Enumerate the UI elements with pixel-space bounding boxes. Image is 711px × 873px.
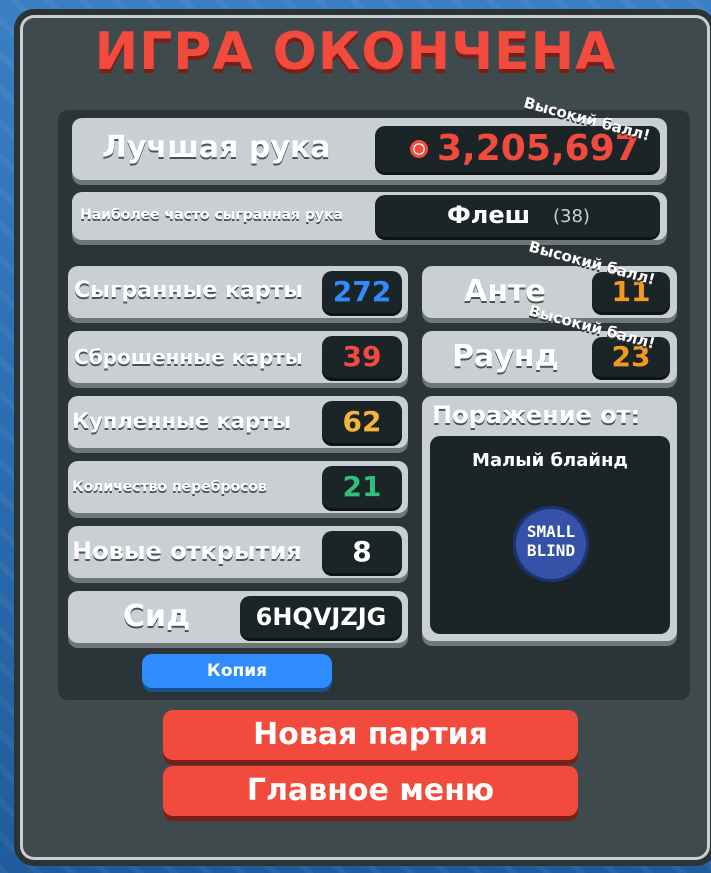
most-played-count: (38) xyxy=(553,206,590,227)
stat-value-box: 272 xyxy=(322,271,402,313)
small-blind-chip-icon: SMALL BLIND xyxy=(513,506,589,582)
most-played-label: Наиболее часто сыгранная рука xyxy=(80,207,343,223)
best-hand-label: Лучшая рука xyxy=(102,130,331,165)
stat-value: 39 xyxy=(342,340,382,373)
stat-row-played: Сыгранные карты 272 xyxy=(68,266,408,318)
stat-value-box: 8 xyxy=(322,531,402,573)
chip-text-small: SMALL xyxy=(526,522,576,541)
stat-row-purchased: Купленные карты 62 xyxy=(68,396,408,448)
main-menu-button[interactable]: Главное меню xyxy=(163,766,578,816)
stat-value: 272 xyxy=(332,275,392,308)
seed-row: Сид 6HQVJZJG xyxy=(68,591,408,643)
best-hand-row: Лучшая рука 3,205,697 xyxy=(72,118,667,180)
stat-row-discoveries: Новые открытия 8 xyxy=(68,526,408,578)
chip-text-blind: BLIND xyxy=(526,541,576,560)
stat-label: Новые открытия xyxy=(72,537,302,565)
stat-value-box: 39 xyxy=(322,336,402,378)
stat-value: 62 xyxy=(342,405,382,438)
new-game-button[interactable]: Новая партия xyxy=(163,710,578,760)
stat-label: Сыгранные карты xyxy=(74,278,304,303)
stat-row-rerolls: Количество перебросов 21 xyxy=(68,461,408,513)
copy-seed-button[interactable]: Копия xyxy=(142,654,332,688)
defeat-panel: Поражение от: Малый блайнд SMALL BLIND xyxy=(422,396,677,641)
stat-value: 8 xyxy=(352,535,372,568)
stat-value-box: 62 xyxy=(322,401,402,443)
seed-value-box: 6HQVJZJG xyxy=(240,596,402,638)
stat-label: Сброшенные карты xyxy=(74,345,303,369)
most-played-value-box: Флеш (38) xyxy=(375,195,660,237)
stat-label: Купленные карты xyxy=(72,409,292,433)
chip-icon xyxy=(410,140,428,158)
seed-value: 6HQVJZJG xyxy=(255,603,387,631)
most-played-row: Наиболее часто сыгранная рука Флеш (38) xyxy=(72,192,667,240)
defeat-box: Малый блайнд SMALL BLIND xyxy=(430,436,670,634)
round-label: Раунд xyxy=(452,339,559,374)
stat-row-discarded: Сброшенные карты 39 xyxy=(68,331,408,383)
defeat-title: Поражение от: xyxy=(432,401,641,429)
seed-label: Сид xyxy=(123,599,191,634)
most-played-hand: Флеш xyxy=(447,201,531,229)
stat-value-box: 21 xyxy=(322,466,402,508)
page-title: ИГРА ОКОНЧЕНА xyxy=(94,22,617,82)
stat-value: 21 xyxy=(342,470,382,503)
defeat-blind-name: Малый блайнд xyxy=(472,450,628,471)
stat-label: Количество перебросов xyxy=(72,479,267,495)
